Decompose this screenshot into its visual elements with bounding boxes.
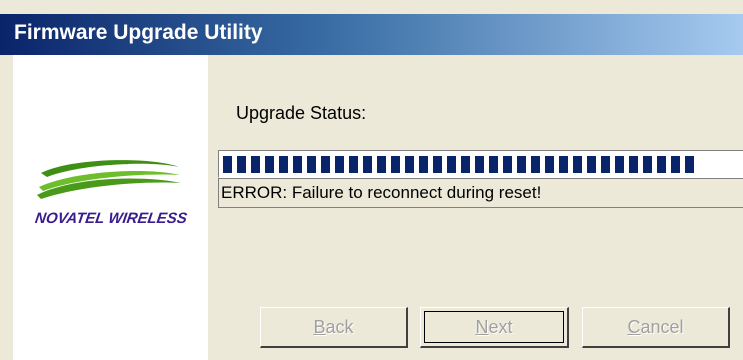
progress-block bbox=[601, 156, 610, 173]
progress-block bbox=[531, 156, 540, 173]
firmware-upgrade-window: Firmware Upgrade Utility NOVATEL WIRELES… bbox=[0, 0, 743, 360]
progress-block bbox=[573, 156, 582, 173]
window-title: Firmware Upgrade Utility bbox=[14, 21, 263, 44]
progress-block bbox=[517, 156, 526, 173]
progress-block bbox=[657, 156, 666, 173]
progress-block bbox=[629, 156, 638, 173]
progress-block bbox=[587, 156, 596, 173]
progress-block bbox=[489, 156, 498, 173]
progress-block bbox=[503, 156, 512, 173]
next-button-focus-border bbox=[424, 311, 564, 343]
progress-block bbox=[335, 156, 344, 173]
progress-block bbox=[545, 156, 554, 173]
progress-block bbox=[237, 156, 246, 173]
progress-block bbox=[405, 156, 414, 173]
progress-block bbox=[223, 156, 232, 173]
progress-block bbox=[461, 156, 470, 173]
progress-block bbox=[377, 156, 386, 173]
back-button-label: Back bbox=[313, 316, 354, 337]
progress-block bbox=[433, 156, 442, 173]
progress-block bbox=[419, 156, 428, 173]
upgrade-progress-bar bbox=[218, 150, 743, 178]
upgrade-status-label: Upgrade Status: bbox=[236, 103, 367, 123]
progress-block bbox=[391, 156, 400, 173]
progress-fill bbox=[223, 156, 694, 173]
novatel-swoosh-logo-icon bbox=[37, 160, 181, 199]
error-message: ERROR: Failure to reconnect during reset… bbox=[221, 183, 542, 202]
next-button[interactable]: Next bbox=[420, 307, 569, 348]
progress-block bbox=[265, 156, 274, 173]
back-button[interactable]: Back bbox=[260, 307, 408, 348]
progress-block bbox=[363, 156, 372, 173]
progress-block bbox=[293, 156, 302, 173]
progress-block bbox=[447, 156, 456, 173]
progress-block bbox=[251, 156, 260, 173]
status-message-box: ERROR: Failure to reconnect during reset… bbox=[218, 178, 743, 208]
cancel-button[interactable]: Cancel bbox=[582, 307, 730, 348]
progress-block bbox=[643, 156, 652, 173]
progress-block bbox=[615, 156, 624, 173]
progress-block bbox=[349, 156, 358, 173]
title-bar[interactable]: Firmware Upgrade Utility bbox=[0, 14, 743, 55]
progress-block bbox=[559, 156, 568, 173]
progress-block bbox=[307, 156, 316, 173]
progress-block bbox=[671, 156, 680, 173]
progress-block bbox=[321, 156, 330, 173]
novatel-wireless-logo-text: NOVATEL WIRELESS bbox=[33, 210, 189, 227]
progress-block bbox=[279, 156, 288, 173]
cancel-button-label: Cancel bbox=[627, 316, 684, 337]
progress-block bbox=[685, 156, 694, 173]
progress-block bbox=[475, 156, 484, 173]
logo-panel: NOVATEL WIRELESS bbox=[13, 55, 208, 360]
